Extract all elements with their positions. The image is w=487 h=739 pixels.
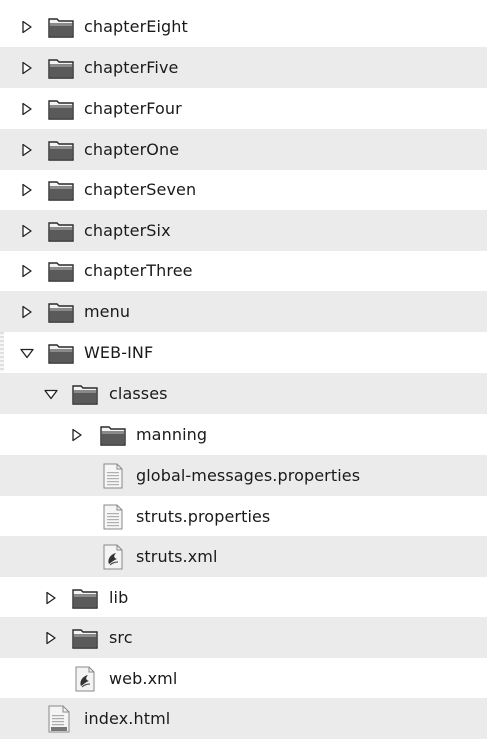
- tree-row[interactable]: global-messages.properties: [0, 455, 487, 496]
- tree-row[interactable]: classes: [0, 373, 487, 414]
- folder-icon: [72, 577, 98, 618]
- expand-arrow-icon[interactable]: [20, 129, 34, 170]
- tree-item-label: chapterEight: [84, 17, 188, 36]
- collapse-arrow-icon[interactable]: [20, 332, 34, 373]
- tree-item-label: chapterThree: [84, 261, 193, 280]
- folder-icon: [72, 373, 98, 414]
- tree-row[interactable]: struts.xml: [0, 536, 487, 577]
- expand-arrow-icon[interactable]: [20, 6, 34, 47]
- xml-file-icon: [72, 658, 98, 699]
- file-tree: chapterEight chapterFive chapterFour chapte…: [0, 0, 487, 739]
- tree-row[interactable]: src: [0, 617, 487, 658]
- folder-icon: [48, 129, 74, 170]
- tree-row[interactable]: WEB-INF: [0, 332, 487, 373]
- tree-item-label: chapterFive: [84, 58, 179, 77]
- tree-item-label: struts.xml: [136, 547, 218, 566]
- expand-arrow-icon[interactable]: [20, 47, 34, 88]
- tree-item-label: chapterSeven: [84, 180, 197, 199]
- tree-row[interactable]: chapterEight: [0, 6, 487, 47]
- expand-arrow-icon[interactable]: [20, 169, 34, 210]
- tree-row[interactable]: chapterSix: [0, 210, 487, 251]
- xml-file-icon: [100, 536, 126, 577]
- tree-item-label: index.html: [84, 709, 171, 728]
- expand-arrow-icon[interactable]: [44, 617, 58, 658]
- tree-item-label: struts.properties: [136, 507, 271, 526]
- tree-row[interactable]: chapterThree: [0, 250, 487, 291]
- tree-row[interactable]: web.xml: [0, 658, 487, 699]
- expand-arrow-icon[interactable]: [20, 291, 34, 332]
- tree-item-label: lib: [109, 588, 129, 607]
- expand-arrow-icon[interactable]: [70, 414, 84, 455]
- tree-row[interactable]: struts.properties: [0, 496, 487, 537]
- folder-icon: [48, 47, 74, 88]
- folder-icon: [48, 291, 74, 332]
- expand-arrow-icon[interactable]: [20, 88, 34, 129]
- tree-item-label: chapterFour: [84, 99, 182, 118]
- html-file-icon: [46, 698, 72, 739]
- properties-file-icon: [100, 496, 126, 537]
- tree-row[interactable]: lib: [0, 577, 487, 618]
- tree-item-label: chapterSix: [84, 221, 171, 240]
- folder-icon: [48, 88, 74, 129]
- tree-row[interactable]: menu: [0, 291, 487, 332]
- folder-icon: [48, 332, 74, 373]
- tree-row[interactable]: chapterOne: [0, 129, 487, 170]
- tree-item-label: classes: [109, 384, 168, 403]
- tree-row[interactable]: chapterFive: [0, 47, 487, 88]
- tree-item-label: menu: [84, 302, 131, 321]
- folder-icon: [100, 414, 126, 455]
- collapse-arrow-icon[interactable]: [44, 373, 58, 414]
- tree-row[interactable]: chapterSeven: [0, 169, 487, 210]
- tree-item-label: src: [109, 628, 133, 647]
- tree-item-label: manning: [136, 425, 208, 444]
- tree-row[interactable]: chapterFour: [0, 88, 487, 129]
- properties-file-icon: [100, 455, 126, 496]
- tree-row[interactable]: index.html: [0, 698, 487, 739]
- tree-item-label: chapterOne: [84, 140, 180, 159]
- tree-item-label: WEB-INF: [84, 343, 154, 362]
- tree-item-label: global-messages.properties: [136, 466, 361, 485]
- folder-icon: [48, 250, 74, 291]
- expand-arrow-icon[interactable]: [20, 250, 34, 291]
- folder-icon: [72, 617, 98, 658]
- expand-arrow-icon[interactable]: [20, 210, 34, 251]
- tree-row[interactable]: manning: [0, 414, 487, 455]
- folder-icon: [48, 169, 74, 210]
- expand-arrow-icon[interactable]: [44, 577, 58, 618]
- folder-icon: [48, 210, 74, 251]
- tree-item-label: web.xml: [109, 669, 178, 688]
- folder-icon: [48, 6, 74, 47]
